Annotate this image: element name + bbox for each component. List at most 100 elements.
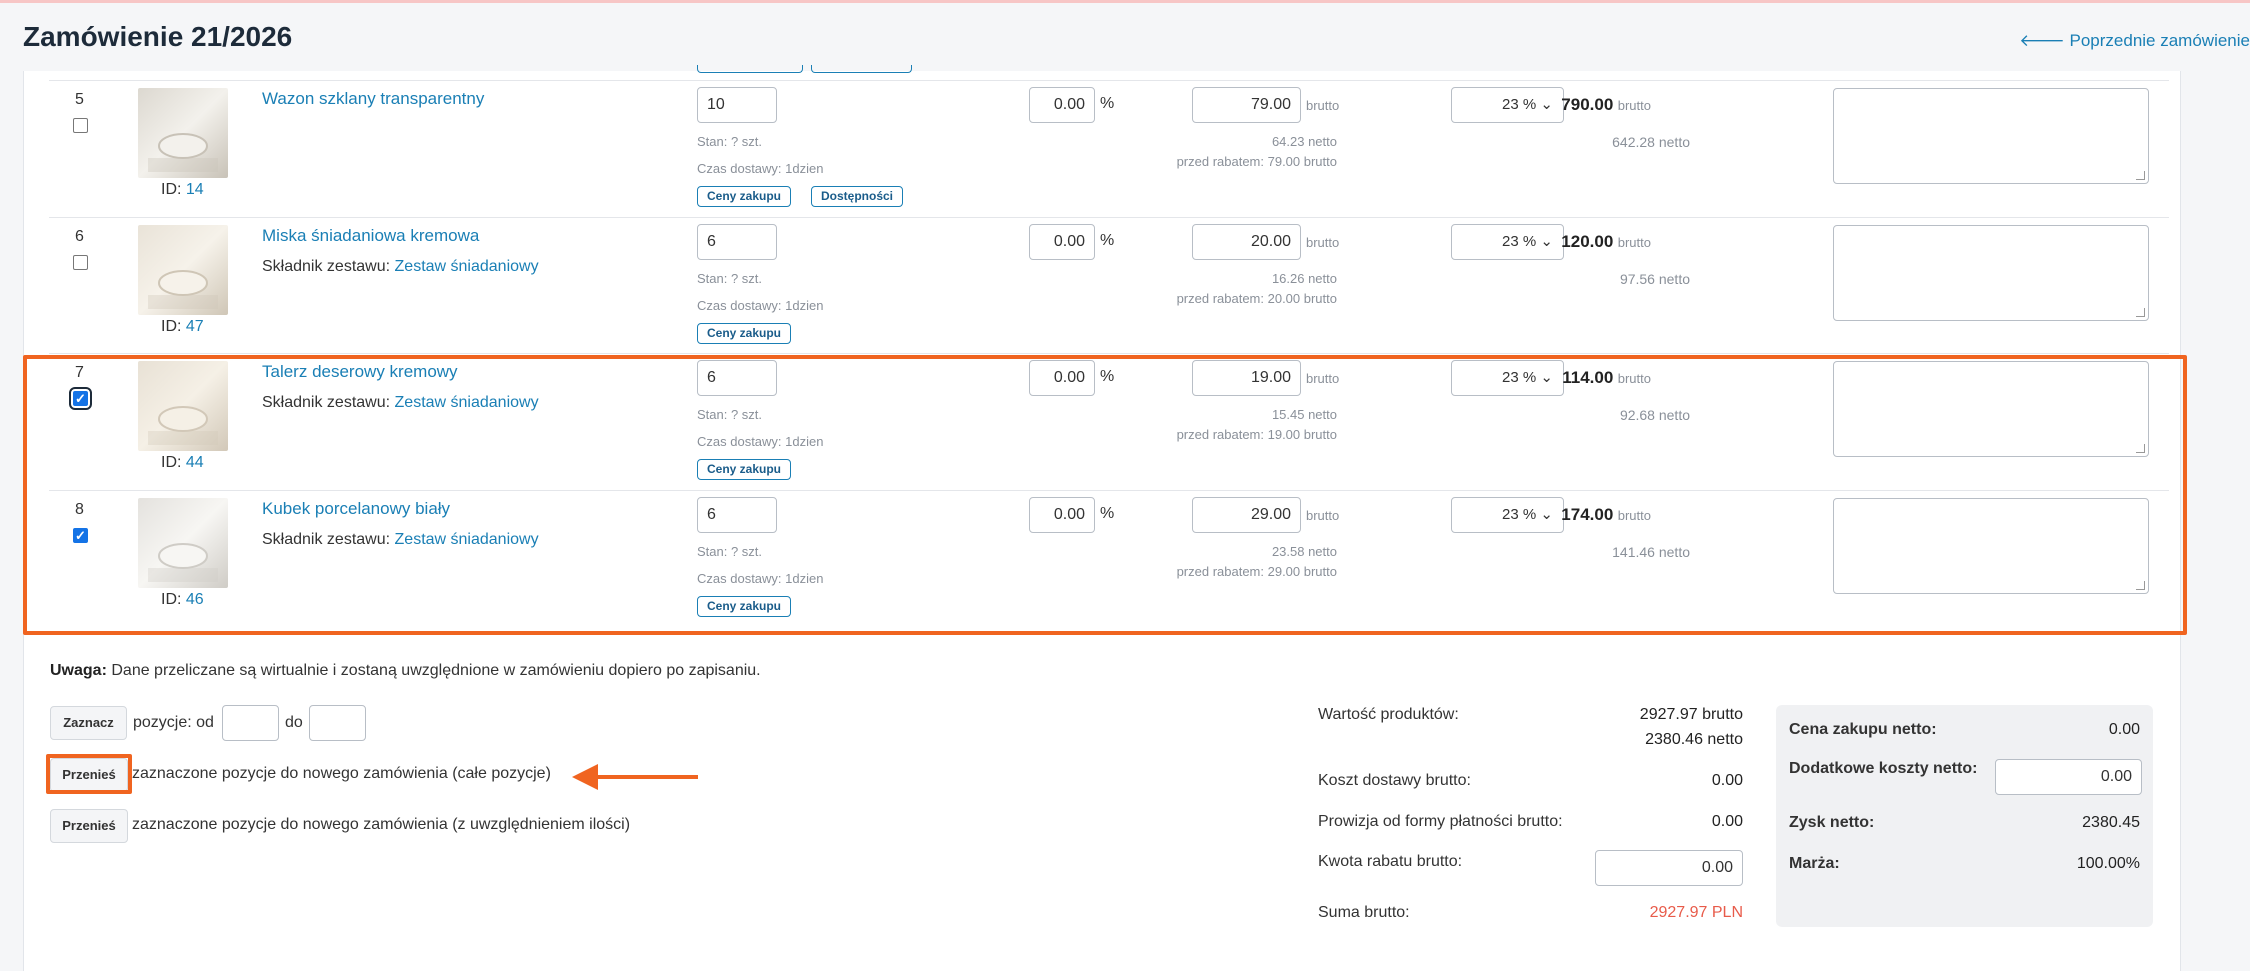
recalc-warning: Uwaga: Dane przeliczane są wirtualnie i … [50, 662, 761, 680]
row-number: 8 [75, 501, 84, 519]
quantity-input[interactable]: 6 [697, 360, 777, 396]
price-before-discount: przed rabatem: 79.00 brutto [1177, 154, 1337, 169]
vat-select[interactable]: 23 % ⌄ [1451, 497, 1564, 533]
order-item-row: 8 ID: 46 Kubek porcelanowy biały Składni… [49, 490, 2169, 630]
purchase-prices-button[interactable]: Ceny zakupu [697, 323, 791, 344]
products-value-brutto: 2927.97 brutto [1640, 706, 1743, 724]
shipping-label: Koszt dostawy brutto: [1318, 772, 1471, 790]
button-stub-right [811, 65, 912, 73]
quantity-input[interactable]: 6 [697, 497, 777, 533]
line-total-netto: 642.28 netto [1612, 134, 1690, 150]
vat-select[interactable]: 23 % ⌄ [1451, 224, 1564, 260]
quantity-input[interactable]: 6 [697, 224, 777, 260]
shipping-value: 0.00 [1712, 772, 1743, 790]
discount-amount-input[interactable]: 0.00 [1595, 850, 1743, 886]
quantity-input[interactable]: 10 [697, 87, 777, 123]
item-note-textarea[interactable] [1833, 225, 2149, 321]
product-name-link[interactable]: Wazon szklany transparentny [262, 89, 484, 109]
discount-percent-input[interactable]: 0.00 [1029, 87, 1095, 123]
range-to-input[interactable] [309, 705, 366, 741]
delivery-time: Czas dostawy: 1dzien [697, 298, 823, 313]
warning-text: Dane przeliczane są wirtualnie i zostaną… [111, 662, 760, 679]
stock-info: Stan: ? szt. [697, 134, 762, 149]
kit-label: Składnik zestawu: [262, 394, 390, 411]
products-value-netto: 2380.46 netto [1645, 731, 1743, 749]
line-total-netto: 92.68 netto [1620, 407, 1690, 423]
vat-select[interactable]: 23 % ⌄ [1451, 360, 1564, 396]
order-item-row: 6 ID: 47 Miska śniadaniowa kremowa Skład… [49, 217, 2169, 354]
discount-amount-label: Kwota rabatu brutto: [1318, 853, 1462, 871]
discount-percent-input[interactable]: 0.00 [1029, 224, 1095, 260]
product-name-link[interactable]: Miska śniadaniowa kremowa [262, 226, 479, 246]
purchase-prices-button[interactable]: Ceny zakupu [697, 596, 791, 617]
product-id-link[interactable]: 44 [186, 454, 204, 471]
previous-order-link[interactable]: 🡐 Poprzednie zamówienie [2019, 31, 2250, 51]
availability-button[interactable]: Dostępności [811, 186, 903, 207]
kit-link[interactable]: Zestaw śniadaniowy [395, 258, 539, 275]
line-total-value: 120.00 [1561, 232, 1613, 251]
line-total: 790.00 brutto [1561, 95, 1651, 115]
stock-info: Stan: ? szt. [697, 271, 762, 286]
vat-value: 23 % [1502, 96, 1536, 113]
item-note-textarea[interactable] [1833, 88, 2149, 184]
product-id: ID: 47 [161, 318, 204, 336]
button-stub-left [697, 65, 803, 73]
delivery-time: Czas dostawy: 1dzien [697, 161, 823, 176]
unit-price-input[interactable]: 29.00 [1192, 497, 1301, 533]
unit-price-input[interactable]: 20.00 [1192, 224, 1301, 260]
order-item-row: 5 ID: 14 Wazon szklany transparentny 10 … [49, 80, 2169, 217]
row-checkbox[interactable] [73, 255, 88, 270]
row-checkbox[interactable] [73, 528, 88, 543]
price-brutto-suffix: brutto [1306, 508, 1339, 523]
line-total-brutto-suffix: brutto [1618, 371, 1651, 386]
product-name-link[interactable]: Kubek porcelanowy biały [262, 499, 450, 519]
line-total-brutto-suffix: brutto [1618, 98, 1651, 113]
stock-info: Stan: ? szt. [697, 407, 762, 422]
row-checkbox[interactable] [73, 391, 88, 406]
row-number: 6 [75, 228, 84, 246]
price-brutto-suffix: brutto [1306, 98, 1339, 113]
product-image [138, 361, 228, 451]
select-button[interactable]: Zaznacz [50, 706, 127, 740]
row-checkbox[interactable] [73, 118, 88, 133]
line-total-value: 114.00 [1562, 368, 1613, 387]
order-item-row: 7 ID: 44 Talerz deserowy kremowy Składni… [49, 353, 2169, 490]
line-total: 114.00 brutto [1562, 368, 1651, 388]
profit-panel: Cena zakupu netto: 0.00 Dodatkowe koszty… [1776, 705, 2153, 927]
vat-select[interactable]: 23 % ⌄ [1451, 87, 1564, 123]
product-name-link[interactable]: Talerz deserowy kremowy [262, 362, 458, 382]
product-thumbnail [138, 498, 228, 588]
price-netto: 16.26 netto [1272, 271, 1337, 286]
product-id-link[interactable]: 46 [186, 591, 204, 608]
percent-sign: % [1100, 368, 1114, 386]
move-all-label: zaznaczone pozycje do nowego zamówienia … [132, 765, 551, 783]
product-id-link[interactable]: 47 [186, 318, 204, 335]
move-qty-button[interactable]: Przenieś [50, 809, 128, 843]
discount-percent-input[interactable]: 0.00 [1029, 360, 1095, 396]
range-from-input[interactable] [222, 705, 279, 741]
item-note-textarea[interactable] [1833, 498, 2149, 594]
unit-price-input[interactable]: 19.00 [1192, 360, 1301, 396]
vat-value: 23 % [1502, 369, 1536, 386]
arrow-left-icon: 🡐 [2019, 31, 2069, 50]
discount-percent-input[interactable]: 0.00 [1029, 497, 1095, 533]
price-before-discount: przed rabatem: 20.00 brutto [1177, 291, 1337, 306]
net-profit-value: 2380.45 [2082, 814, 2140, 832]
extra-costs-input[interactable]: 0.00 [1995, 759, 2142, 795]
warning-label: Uwaga: [50, 662, 107, 679]
unit-price-input[interactable]: 79.00 [1192, 87, 1301, 123]
kit-link[interactable]: Zestaw śniadaniowy [395, 394, 539, 411]
product-id-link[interactable]: 14 [186, 181, 204, 198]
kit-component: Składnik zestawu: Zestaw śniadaniowy [262, 258, 539, 276]
product-image [138, 88, 228, 178]
item-note-textarea[interactable] [1833, 361, 2149, 457]
stock-info: Stan: ? szt. [697, 544, 762, 559]
product-thumbnail [138, 361, 228, 451]
percent-sign: % [1100, 232, 1114, 250]
purchase-price-label: Cena zakupu netto: [1789, 721, 1937, 739]
price-netto: 23.58 netto [1272, 544, 1337, 559]
purchase-prices-button[interactable]: Ceny zakupu [697, 459, 791, 480]
page-header: Zamówienie 21/2026 🡐 Poprzednie zamówien… [0, 3, 2250, 71]
purchase-prices-button[interactable]: Ceny zakupu [697, 186, 791, 207]
kit-link[interactable]: Zestaw śniadaniowy [395, 531, 539, 548]
